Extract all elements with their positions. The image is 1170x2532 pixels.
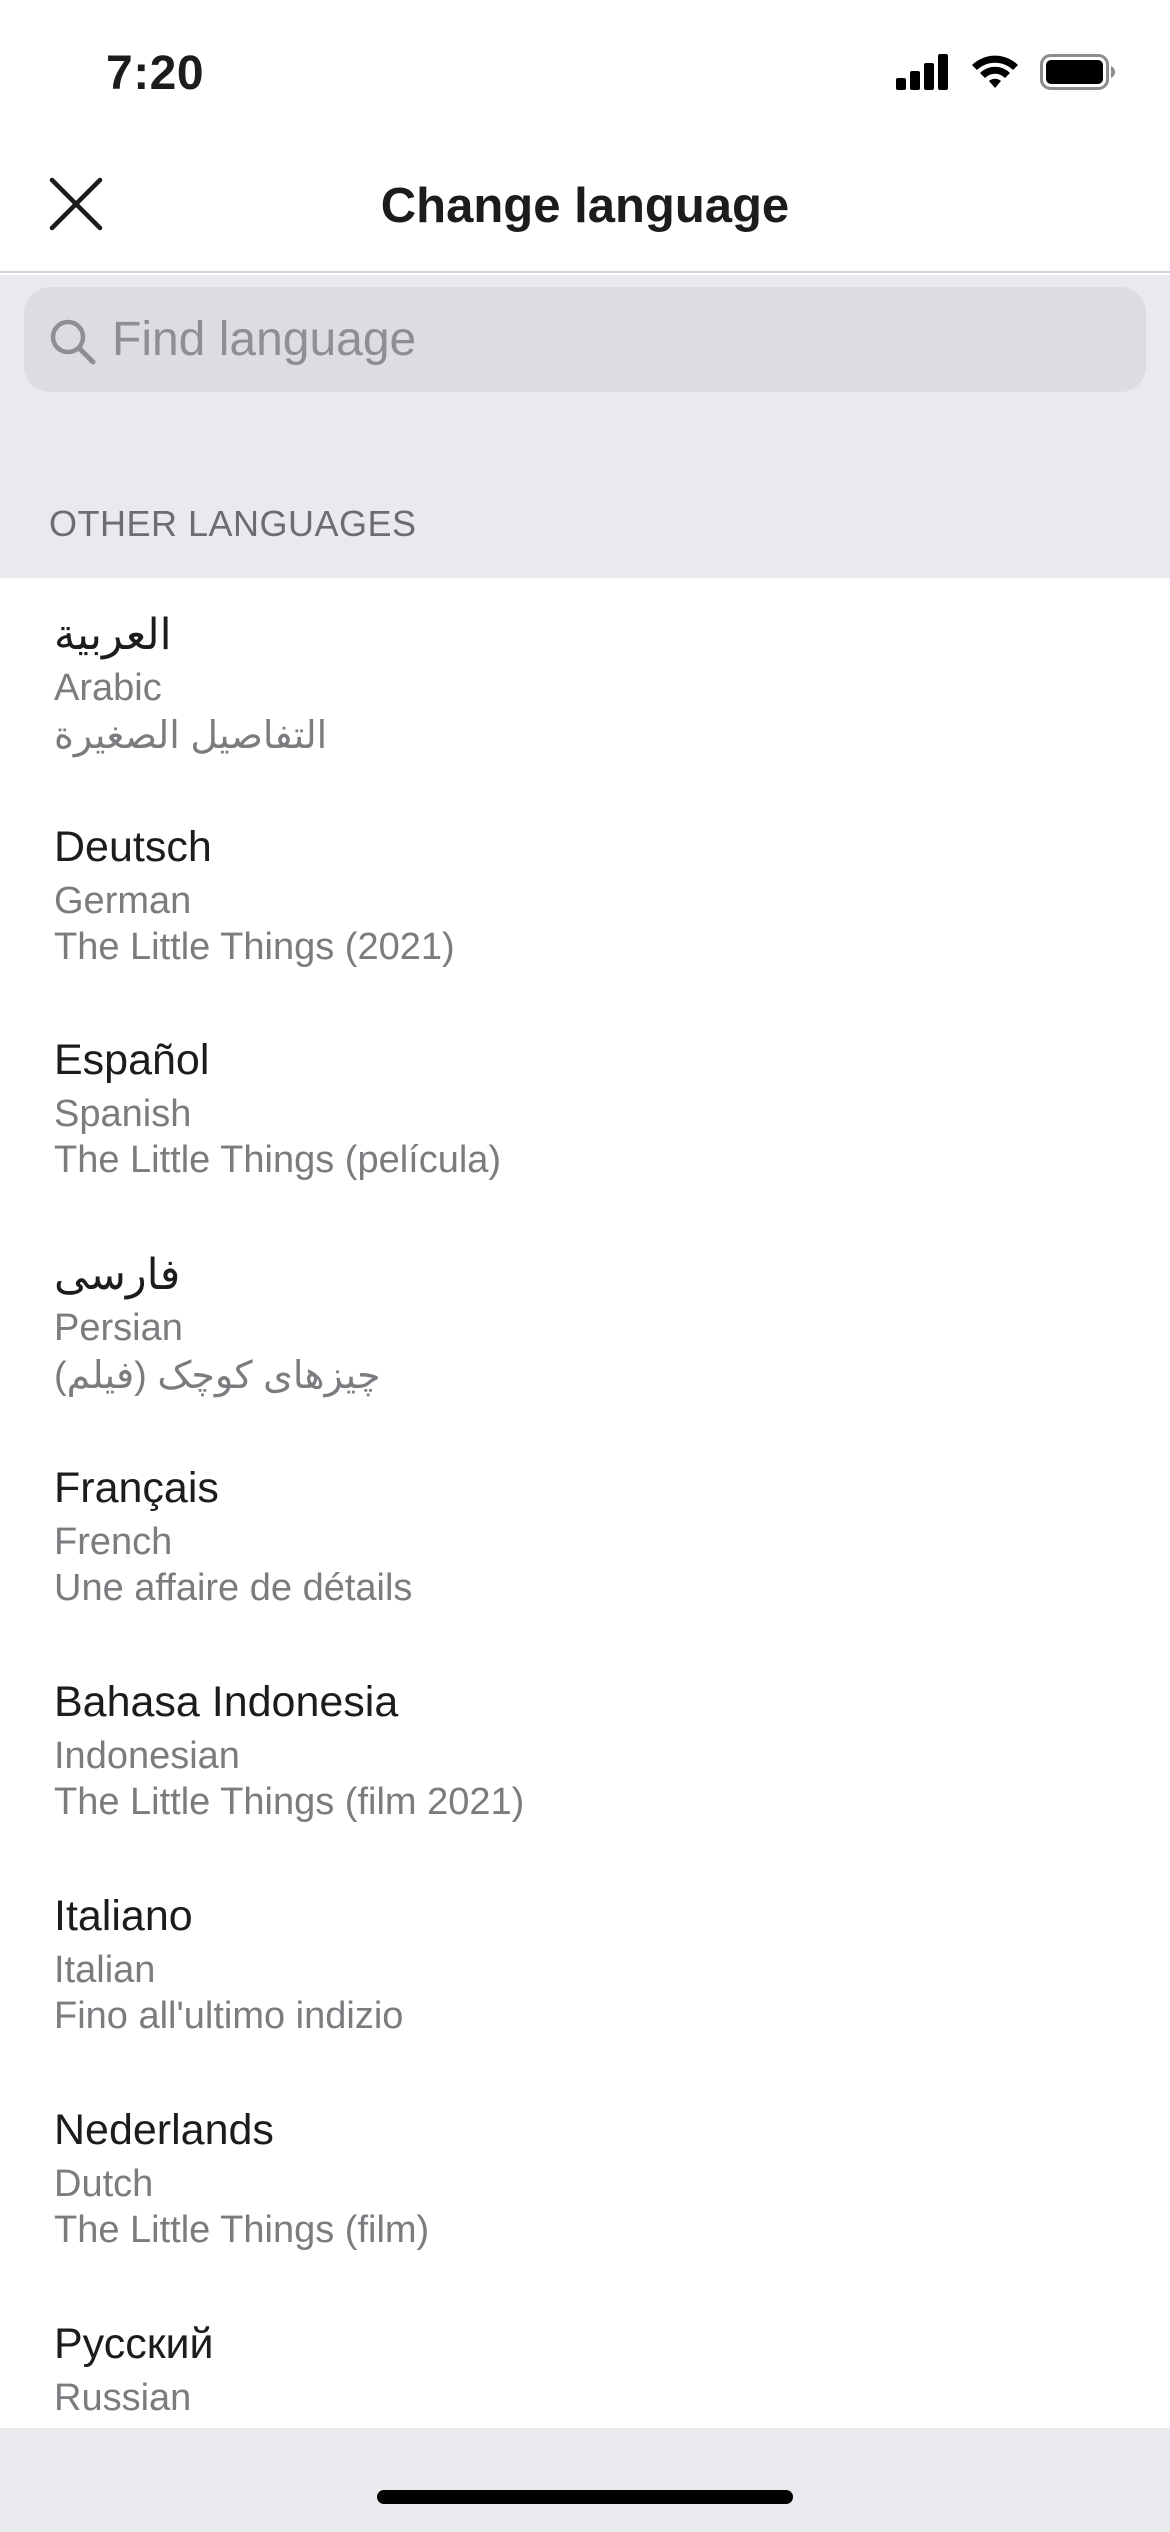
language-item-dutch[interactable]: Nederlands Dutch The Little Things (film… [0,2074,1170,2287]
language-native-name: Español [54,1036,210,1084]
language-english-name: Persian [54,1307,183,1349]
language-native-name: فارسی [54,1251,181,1299]
language-english-name: Dutch [54,2163,154,2205]
article-title: Fino all'ultimo indizio [54,1995,404,2037]
status-time: 7:20 [106,47,205,100]
search-section: OTHER LANGUAGES [0,275,1170,578]
language-english-name: Arabic [54,667,162,709]
language-item-french[interactable]: Français French Une affaire de détails [0,1432,1170,1645]
page-title: Change language [380,179,790,233]
language-item-italian[interactable]: Italiano Italian Fino all'ultimo indizio [0,1860,1170,2073]
home-indicator[interactable] [377,2490,793,2504]
wifi-icon [970,54,1020,95]
language-english-name: Spanish [54,1093,192,1135]
language-list: العربية Arabic التفاصيل الصغيرة Deutsch … [0,578,1170,2428]
language-native-name: Русский [54,2320,214,2368]
article-title: Une affaire de détails [54,1567,413,1609]
language-english-name: Russian [54,2377,192,2419]
language-item-arabic[interactable]: العربية Arabic التفاصيل الصغيرة [0,578,1170,791]
section-header: OTHER LANGUAGES [49,503,417,544]
article-title: چیزهای کوچک (فیلم) [54,1355,381,1397]
article-title: The Little Things (film 2021) [54,1781,525,1823]
article-title: The Little Things (2021) [54,926,455,968]
language-native-name: Deutsch [54,823,212,871]
article-title: The Little Things (película) [54,1139,502,1181]
language-native-name: Bahasa Indonesia [54,1678,399,1726]
search-icon [48,317,98,367]
language-item-german[interactable]: Deutsch German The Little Things (2021) [0,791,1170,1004]
cellular-signal-icon [896,53,950,95]
home-indicator-area [0,2428,1170,2532]
article-title: التفاصيل الصغيرة [54,715,328,757]
language-item-indonesian[interactable]: Bahasa Indonesia Indonesian The Little T… [0,1646,1170,1859]
language-native-name: Français [54,1464,219,1512]
search-box[interactable] [24,287,1146,392]
language-native-name: Italiano [54,1892,193,1940]
language-english-name: Italian [54,1949,156,1991]
language-native-name: Nederlands [54,2106,274,2154]
language-english-name: Indonesian [54,1735,240,1777]
search-input[interactable] [112,287,1122,392]
status-icons [896,53,1116,95]
language-item-russian[interactable]: Русский Russian [0,2288,1170,2428]
language-native-name: العربية [54,611,172,659]
language-english-name: French [54,1521,173,1563]
language-item-persian[interactable]: فارسی Persian چیزهای کوچک (فیلم) [0,1218,1170,1431]
battery-icon [1040,53,1116,95]
language-english-name: German [54,880,192,922]
nav-bar: Change language [0,140,1170,273]
status-bar: 7:20 [0,0,1170,140]
language-item-spanish[interactable]: Español Spanish The Little Things (pelíc… [0,1004,1170,1217]
article-title: The Little Things (film) [54,2209,430,2251]
